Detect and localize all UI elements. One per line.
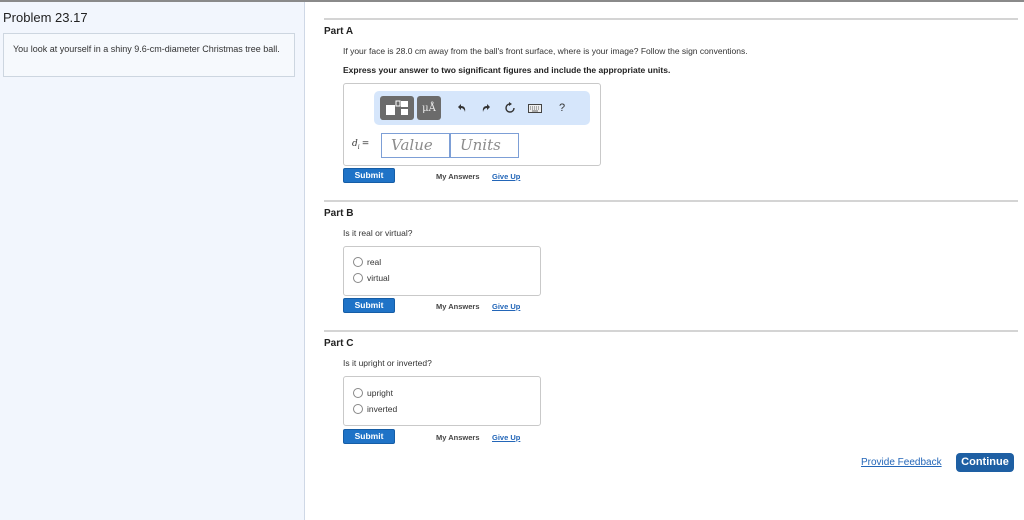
part-a-give-up-link[interactable]: Give Up [492,172,520,181]
main-content: Part A If your face is 28.0 cm away from… [306,2,1024,520]
choice-label: real [367,257,382,267]
part-b-give-up-link[interactable]: Give Up [492,302,520,311]
choice-label: upright [367,388,393,398]
part-c-submit-button[interactable]: Submit [343,429,395,444]
help-button[interactable]: ? [554,100,570,116]
problem-statement-text: You look at yourself in a shiny 9.6-cm-d… [13,44,280,54]
part-a-instruction: Express your answer to two significant f… [343,65,671,75]
problem-title: Problem 23.17 [3,10,88,25]
part-a-divider [324,18,1018,20]
continue-button[interactable]: Continue [956,453,1014,472]
redo-icon [482,104,490,112]
provide-feedback-link[interactable]: Provide Feedback [861,457,942,468]
choice-inverted[interactable]: inverted [353,404,397,414]
reset-icon [505,102,515,113]
part-a-submit-button[interactable]: Submit [343,168,395,183]
part-a-answer-box: μÅ ? di = Value Units [343,83,601,166]
part-a-my-answers[interactable]: My Answers [436,172,480,181]
templates-icon [386,100,408,115]
part-c-choices: upright inverted [343,376,541,426]
radio-button[interactable] [353,404,363,414]
problem-sidebar: Problem 23.17 You look at yourself in a … [0,2,305,520]
part-b-my-answers[interactable]: My Answers [436,302,480,311]
reset-button[interactable] [502,100,518,116]
part-c-my-answers[interactable]: My Answers [436,433,480,442]
part-a-question: If your face is 28.0 cm away from the ba… [343,46,748,56]
choice-real[interactable]: real [353,257,381,267]
part-c-divider [324,330,1018,332]
units-button[interactable]: μÅ [417,96,441,120]
undo-button[interactable] [454,100,470,116]
part-b-divider [324,200,1018,202]
part-c-title: Part C [324,338,354,349]
radio-button[interactable] [353,273,363,283]
choice-label: inverted [367,404,398,414]
templates-button[interactable] [380,96,414,120]
part-c-question: Is it upright or inverted? [343,358,432,368]
value-input[interactable]: Value [381,133,450,158]
radio-button[interactable] [353,257,363,267]
redo-button[interactable] [478,100,494,116]
math-toolbar: μÅ ? [374,91,590,125]
keyboard-button[interactable] [526,100,544,116]
radio-button[interactable] [353,388,363,398]
part-b-submit-button[interactable]: Submit [343,298,395,313]
choice-upright[interactable]: upright [353,388,393,398]
part-b-title: Part B [324,208,354,219]
keyboard-icon [528,103,542,113]
choice-virtual[interactable]: virtual [353,273,390,283]
choice-label: virtual [367,273,390,283]
part-c-give-up-link[interactable]: Give Up [492,433,520,442]
problem-statement: You look at yourself in a shiny 9.6-cm-d… [3,33,295,77]
units-input[interactable]: Units [450,133,519,158]
part-b-question: Is it real or virtual? [343,228,413,238]
part-b-choices: real virtual [343,246,541,296]
undo-icon [458,104,466,112]
part-a-title: Part A [324,26,354,37]
variable-label: di = [352,139,370,151]
